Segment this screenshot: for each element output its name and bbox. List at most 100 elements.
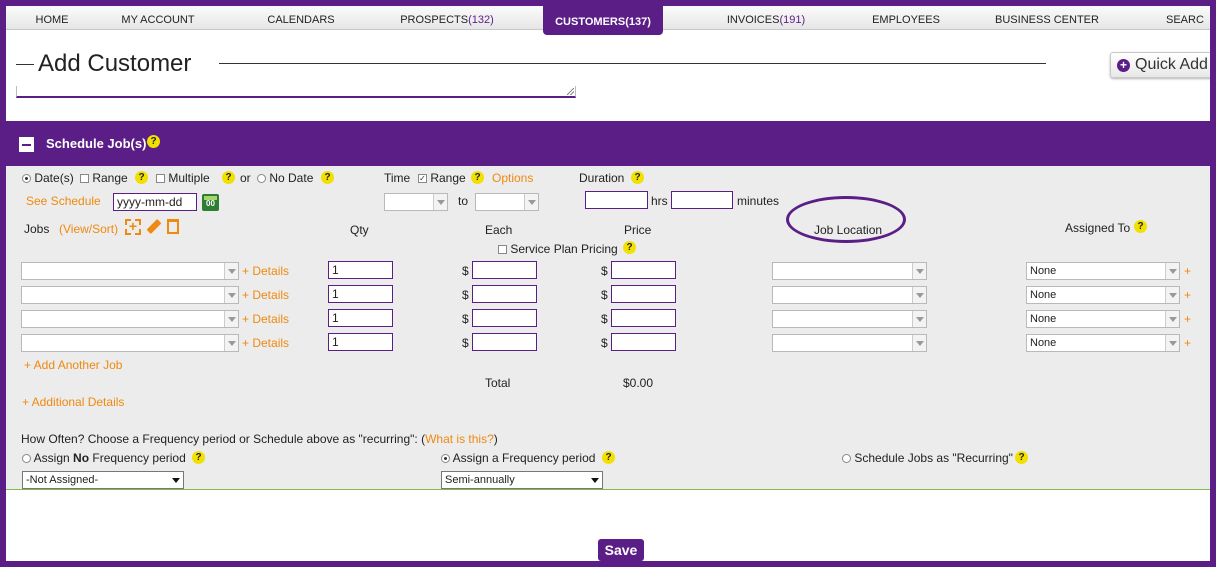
resize-handle-icon[interactable] <box>567 88 574 95</box>
time-range-checkbox[interactable]: ✓ Range <box>418 171 466 185</box>
help-icon[interactable]: ? <box>471 171 484 184</box>
assigned-to-header: Assigned To <box>1065 221 1131 235</box>
job-select[interactable] <box>21 262 239 280</box>
qty-header: Qty <box>350 223 369 237</box>
price-input[interactable] <box>611 309 676 327</box>
job-location-select[interactable] <box>772 262 927 280</box>
chevron-down-icon <box>224 287 238 303</box>
no-date-radio[interactable]: No Date <box>257 171 313 185</box>
help-icon[interactable]: ? <box>321 171 334 184</box>
help-icon[interactable]: ? <box>222 171 235 184</box>
add-assignee-link[interactable]: + <box>1184 264 1191 278</box>
duration-hours-input[interactable] <box>585 191 648 209</box>
assign-frequency-radio[interactable]: Assign a Frequency period <box>441 451 595 465</box>
job-select[interactable] <box>21 286 239 304</box>
assign-no-frequency-radio[interactable]: Assign No Frequency period <box>22 451 186 465</box>
save-button[interactable]: Save <box>598 539 644 561</box>
radio-icon[interactable] <box>842 454 851 464</box>
radio-icon[interactable] <box>441 454 450 464</box>
see-schedule-link[interactable]: See Schedule <box>26 194 101 208</box>
add-assignee-link[interactable]: + <box>1184 312 1191 326</box>
time-end-select[interactable] <box>475 193 539 211</box>
assigned-value: None <box>1030 289 1057 301</box>
range-checkbox[interactable]: Range <box>80 171 128 185</box>
calendar-icon[interactable]: 00 <box>202 194 219 211</box>
checkbox-icon[interactable] <box>80 174 89 184</box>
radio-icon[interactable] <box>257 174 266 184</box>
quick-add-button[interactable]: + Quick Add <box>1110 52 1210 78</box>
nav-calendars[interactable]: CALENDARS <box>231 6 371 30</box>
qty-input[interactable] <box>328 261 393 279</box>
details-link[interactable]: + Details <box>242 264 289 278</box>
nav-invoices[interactable]: INVOICES(191) <box>696 6 836 30</box>
assigned-to-select[interactable]: None <box>1026 310 1180 328</box>
schedule-recurring-radio[interactable]: Schedule Jobs as "Recurring" <box>842 451 1013 465</box>
collapse-icon[interactable] <box>19 137 34 152</box>
nav-my-account[interactable]: MY ACCOUNT <box>98 6 218 30</box>
price-input[interactable] <box>611 333 676 351</box>
nav-customers[interactable]: CUSTOMERS(137) <box>543 6 663 35</box>
nav-search[interactable]: SEARC <box>1166 6 1210 30</box>
details-link[interactable]: + Details <box>242 336 289 350</box>
nav-business-center[interactable]: BUSINESS CENTER <box>981 6 1113 30</box>
options-link[interactable]: Options <box>492 171 533 185</box>
nav-home[interactable]: HOME <box>6 6 98 30</box>
job-location-select[interactable] <box>772 310 927 328</box>
to-label: to <box>458 194 469 208</box>
duration-minutes-input[interactable] <box>671 191 733 209</box>
assigned-to-select[interactable]: None <box>1026 262 1180 280</box>
each-input[interactable] <box>472 261 537 279</box>
view-sort-link[interactable]: (View/Sort) <box>59 222 118 236</box>
assigned-to-select[interactable]: None <box>1026 286 1180 304</box>
radio-icon[interactable] <box>22 174 31 184</box>
what-is-this-link[interactable]: What is this? <box>425 432 494 446</box>
checkbox-icon[interactable] <box>156 174 165 184</box>
chevron-down-icon <box>224 335 238 351</box>
add-job-icon[interactable]: + <box>125 219 141 235</box>
job-location-select[interactable] <box>772 334 927 352</box>
details-link[interactable]: + Details <box>242 288 289 302</box>
additional-details-link[interactable]: + Additional Details <box>22 395 124 409</box>
service-plan-checkbox[interactable]: Service Plan Pricing <box>498 242 618 256</box>
each-input[interactable] <box>472 333 537 351</box>
details-link[interactable]: + Details <box>242 312 289 326</box>
help-icon[interactable]: ? <box>192 451 205 464</box>
nav-prospects[interactable]: PROSPECTS(132) <box>376 6 518 30</box>
add-another-job-link[interactable]: + Add Another Job <box>24 358 122 372</box>
help-icon[interactable]: ? <box>147 135 160 148</box>
add-assignee-link[interactable]: + <box>1184 288 1191 302</box>
total-value: $0.00 <box>623 376 654 390</box>
price-input[interactable] <box>611 285 676 303</box>
qty-input[interactable] <box>328 333 393 351</box>
job-location-select[interactable] <box>772 286 927 304</box>
frequency-select[interactable]: Semi-annually <box>441 471 603 489</box>
radio-icon[interactable] <box>22 454 31 464</box>
job-select[interactable] <box>21 334 239 352</box>
nav-employees[interactable]: EMPLOYEES <box>846 6 966 30</box>
checkbox-icon[interactable] <box>498 245 507 255</box>
help-icon[interactable]: ? <box>1134 220 1147 233</box>
qty-input[interactable] <box>328 285 393 303</box>
price-input[interactable] <box>611 261 676 279</box>
time-start-select[interactable] <box>384 193 448 211</box>
help-icon[interactable]: ? <box>623 241 636 254</box>
assigned-to-select[interactable]: None <box>1026 334 1180 352</box>
date-input[interactable] <box>113 193 197 211</box>
trash-icon[interactable] <box>167 219 179 234</box>
jobs-header: Jobs <box>24 222 50 236</box>
each-input[interactable] <box>472 285 537 303</box>
multiple-checkbox[interactable]: Multiple <box>156 171 210 185</box>
notes-textarea[interactable] <box>16 86 576 98</box>
add-assignee-link[interactable]: + <box>1184 336 1191 350</box>
currency-symbol: $ <box>462 264 469 278</box>
dates-radio[interactable]: Date(s) <box>22 171 74 185</box>
qty-input[interactable] <box>328 309 393 327</box>
checkbox-icon[interactable]: ✓ <box>418 174 427 184</box>
help-icon[interactable]: ? <box>135 171 148 184</box>
no-frequency-select[interactable]: -Not Assigned- <box>22 471 184 489</box>
each-input[interactable] <box>472 309 537 327</box>
job-select[interactable] <box>21 310 239 328</box>
help-icon[interactable]: ? <box>631 171 644 184</box>
help-icon[interactable]: ? <box>602 451 615 464</box>
help-icon[interactable]: ? <box>1015 451 1028 464</box>
